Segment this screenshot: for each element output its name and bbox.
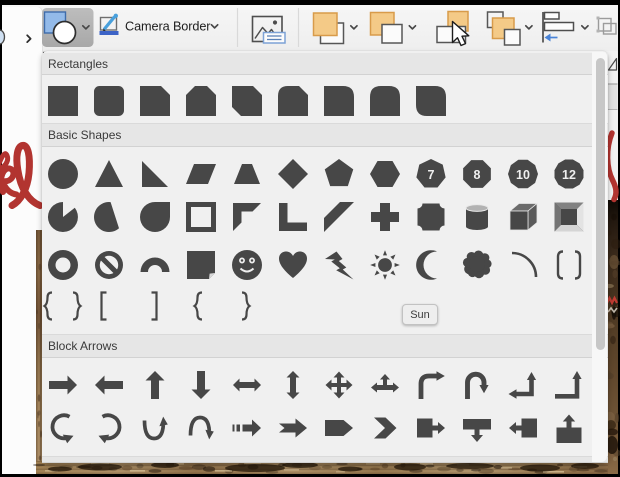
svg-text:12: 12 [562, 168, 576, 182]
svg-text:7: 7 [428, 168, 435, 182]
svg-text:8: 8 [474, 168, 481, 182]
svg-text:Camera Border: Camera Border [125, 20, 211, 34]
svg-text:10: 10 [516, 168, 530, 182]
